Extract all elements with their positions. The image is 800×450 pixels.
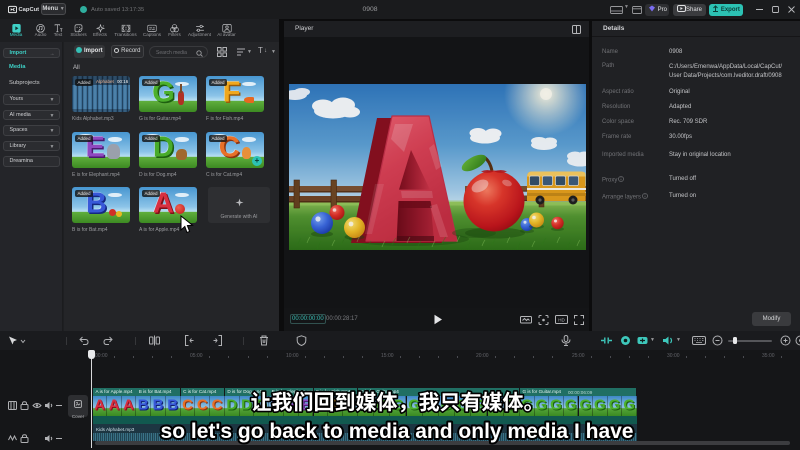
svg-text:HD: HD: [558, 318, 565, 323]
